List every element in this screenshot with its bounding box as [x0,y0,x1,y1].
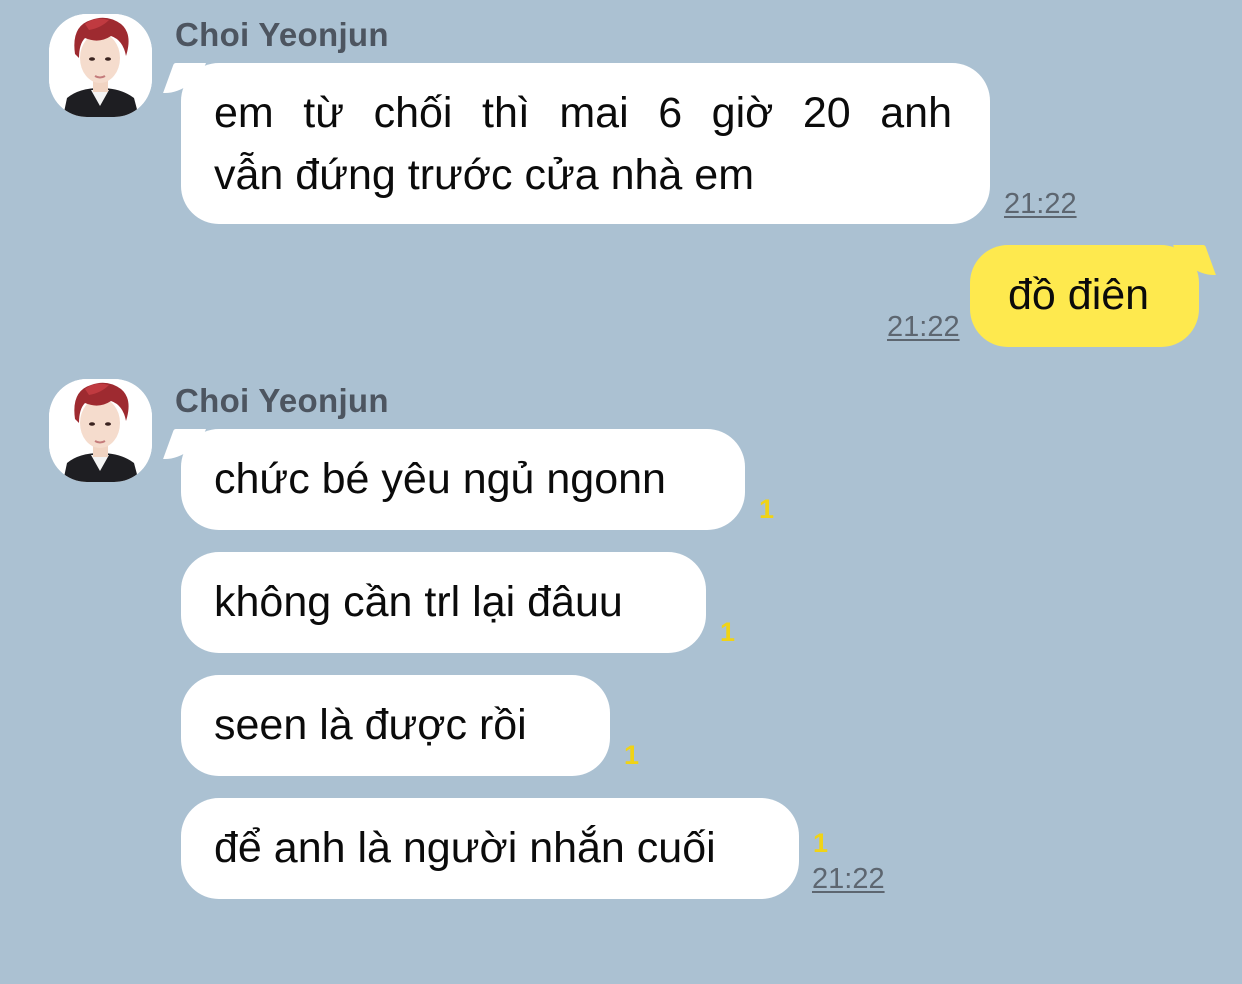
message-text-line: vẫn đứng trước cửa nhà em [214,151,755,199]
message-text: để anh là người nhắn cuối [214,824,716,872]
avatar-image [49,14,152,117]
sender-name: Choi Yeonjun [175,16,389,53]
unread-count: 1 [624,740,640,770]
message-text: đồ điên [1008,271,1150,319]
sender-avatar[interactable] [49,379,152,482]
message-bubble-incoming[interactable]: em từ chối thì mai 6 giờ 20 anh vẫn đứng… [181,63,990,224]
avatar-image [49,379,152,482]
message-bubble-incoming[interactable]: chức bé yêu ngủ ngonn [181,429,745,530]
message-timestamp: 21:22 [887,311,960,343]
message-timestamp: 21:22 [812,863,885,895]
message-bubble-incoming[interactable]: seen là được rồi [181,675,610,776]
message-text: không cần trl lại đâuu [214,578,623,626]
message-text: chức bé yêu ngủ ngonn [214,455,666,503]
sender-avatar[interactable] [49,14,152,117]
message-bubble-incoming[interactable]: để anh là người nhắn cuối [181,798,799,899]
message-text-line: em từ chối thì mai 6 giờ 20 anh [214,89,952,137]
sender-name: Choi Yeonjun [175,382,389,419]
message-timestamp: 21:22 [1004,188,1077,220]
unread-count: 1 [720,617,736,647]
unread-count: 1 [759,494,775,524]
message-bubble-outgoing[interactable]: đồ điên [970,245,1199,347]
unread-count: 1 [813,828,829,858]
message-bubble-incoming[interactable]: không cần trl lại đâuu [181,552,706,653]
message-text: seen là được rồi [214,701,527,749]
